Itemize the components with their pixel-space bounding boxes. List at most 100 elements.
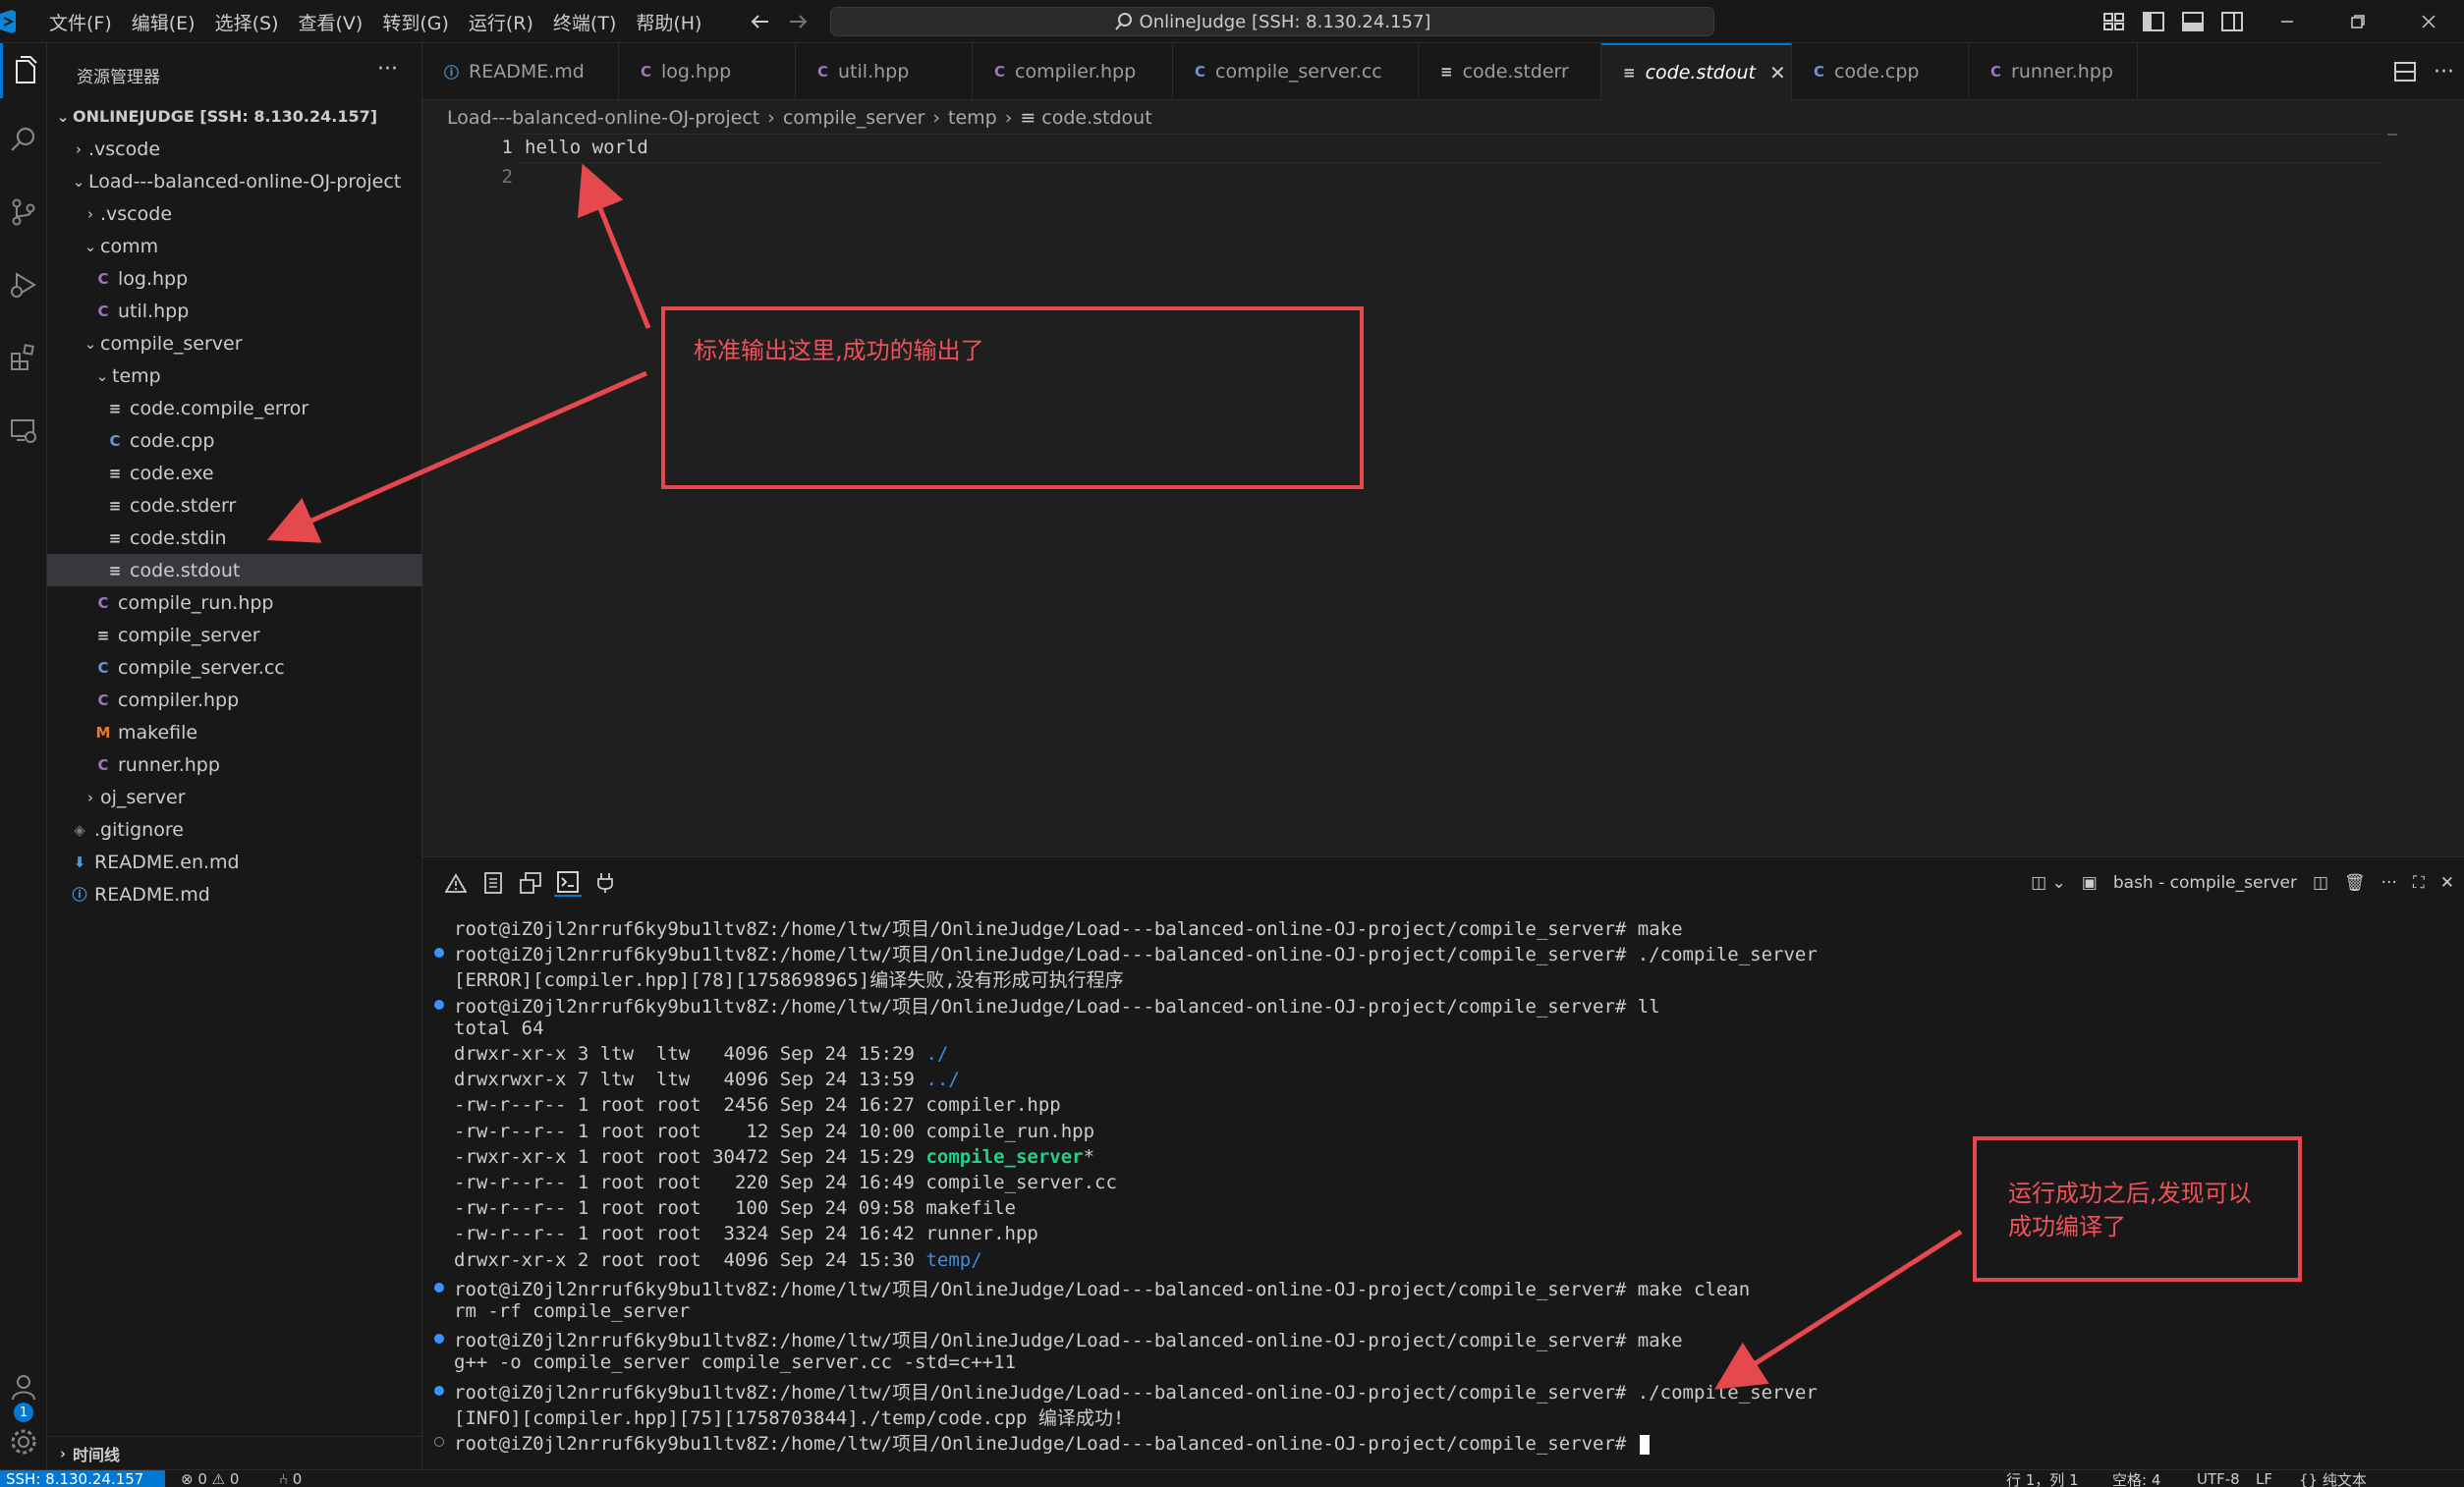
command-decoration[interactable]	[434, 999, 444, 1010]
tree-folder[interactable]: › oj_server	[47, 781, 422, 813]
tree-file[interactable]: ≡ code.exe	[47, 457, 422, 489]
menu-go[interactable]: 转到(G)	[372, 9, 459, 35]
menu-view[interactable]: 查看(V)	[289, 9, 373, 35]
tree-file[interactable]: Mmakefile	[47, 716, 422, 748]
indentation[interactable]: 空格: 4	[2112, 1470, 2160, 1487]
tree-file[interactable]: Ccode.cpp	[47, 424, 422, 457]
menu-run[interactable]: 运行(R)	[459, 9, 543, 35]
menu-selection[interactable]: 选择(S)	[205, 9, 289, 35]
ports-count[interactable]: ⑃ 0	[279, 1470, 302, 1487]
editor-area[interactable]: 1 hello world 2	[422, 134, 2464, 856]
menu-file[interactable]: 文件(F)	[39, 9, 122, 35]
close-window-button[interactable]	[2393, 0, 2464, 43]
remote-indicator[interactable]: SSH: 8.130.24.157	[0, 1470, 165, 1487]
timeline-section[interactable]: › 时间线	[47, 1436, 422, 1469]
more-actions-icon[interactable]: ···	[2381, 873, 2397, 893]
command-decoration[interactable]	[434, 1437, 444, 1447]
tab-code-cpp[interactable]: Ccode.cpp	[1792, 43, 1969, 100]
restore-button[interactable]	[2323, 0, 2393, 43]
toggle-panel-icon[interactable]	[2173, 0, 2212, 43]
close-panel-icon[interactable]: ✕	[2440, 873, 2454, 893]
maximize-panel-icon[interactable]: ⛶	[2413, 873, 2425, 893]
tree-file[interactable]: ⓘ README.md	[47, 878, 422, 910]
tab-log-hpp[interactable]: Clog.hpp	[619, 43, 796, 100]
minimize-button[interactable]	[2252, 0, 2323, 43]
tree-file[interactable]: ≡ code.stderr	[47, 489, 422, 522]
tree-folder[interactable]: ⌄ compile_server	[47, 327, 422, 359]
tab-compiler-hpp[interactable]: Ccompiler.hpp	[973, 43, 1173, 100]
tree-folder[interactable]: › .vscode	[47, 133, 422, 165]
tree-file[interactable]: Ccompile_server.cc	[47, 651, 422, 684]
ports-tab-icon[interactable]	[591, 869, 619, 897]
tab-util-hpp[interactable]: Cutil.hpp	[796, 43, 973, 100]
run-debug-icon[interactable]	[0, 257, 47, 312]
editor-tabs: ⓘ README.md Clog.hpp Cutil.hpp Ccompiler.hpp…	[422, 43, 2464, 100]
terminal-line: root@iZ0jl2nrruf6ky9bu1ltv8Z:/home/ltw/项…	[454, 1275, 1750, 1300]
tree-file[interactable]: Crunner.hpp	[47, 748, 422, 781]
command-decoration[interactable]	[434, 1385, 444, 1396]
toggle-sidebar-icon[interactable]	[2134, 0, 2173, 43]
tree-file[interactable]: Ccompile_run.hpp	[47, 586, 422, 619]
trash-icon[interactable]: 🗑	[2344, 873, 2366, 893]
command-decoration[interactable]	[434, 1334, 444, 1345]
breadcrumb-item[interactable]: temp	[948, 107, 997, 129]
split-editor-icon[interactable]	[2394, 62, 2417, 82]
tab-code-stderr[interactable]: ≡ code.stderr	[1419, 43, 1601, 100]
tree-file[interactable]: Ccompiler.hpp	[47, 684, 422, 716]
close-tab-icon[interactable]: ✕	[1769, 61, 1786, 84]
tab-runner-hpp[interactable]: Crunner.hpp	[1969, 43, 2138, 100]
settings-gear-icon[interactable]	[0, 1414, 47, 1469]
tree-file[interactable]: ≡ compile_server	[47, 619, 422, 651]
customize-layout-icon[interactable]	[2095, 0, 2134, 43]
more-actions-icon[interactable]: ···	[2434, 60, 2454, 84]
split-terminal-icon[interactable]: ◫ ⌄	[2031, 873, 2066, 893]
workspace-root[interactable]: ⌄ ONLINEJUDGE [SSH: 8.130.24.157]	[47, 100, 422, 133]
end-of-line[interactable]: LF	[2256, 1470, 2272, 1487]
tree-file[interactable]: ⬇ README.en.md	[47, 846, 422, 878]
tree-folder[interactable]: ⌄ comm	[47, 230, 422, 262]
tree-file[interactable]: ≡ code.stdin	[47, 522, 422, 554]
tree-folder[interactable]: ⌄ Load---balanced-online-OJ-project	[47, 165, 422, 197]
terminal-name[interactable]: bash - compile_server	[2113, 873, 2297, 893]
code-line[interactable]: hello world	[525, 137, 648, 158]
problems-tab-icon[interactable]	[442, 869, 470, 897]
terminal-tab-icon[interactable]	[554, 869, 582, 897]
debug-console-tab-icon[interactable]	[517, 869, 544, 897]
tree-folder[interactable]: ⌄ temp	[47, 359, 422, 392]
remote-explorer-icon[interactable]	[0, 403, 47, 458]
split-pane-icon[interactable]: ◫	[2313, 873, 2328, 893]
cursor-position[interactable]: 行 1，列 1	[2006, 1470, 2079, 1487]
output-tab-icon[interactable]	[479, 869, 507, 897]
breadcrumb-item[interactable]: code.stdout	[1041, 107, 1151, 129]
tree-file[interactable]: ≡ code.stdout	[47, 554, 422, 586]
problems-count[interactable]: ⊗ 0 ⚠ 0	[181, 1470, 239, 1487]
command-center[interactable]: OnlineJudge [SSH: 8.130.24.157]	[830, 7, 1714, 36]
text-file-icon: ≡	[108, 496, 122, 515]
explorer-more-actions[interactable]: ···	[377, 57, 398, 82]
breadcrumb-item[interactable]: Load---balanced-online-OJ-project	[447, 107, 759, 129]
menu-help[interactable]: 帮助(H)	[626, 9, 711, 35]
command-decoration[interactable]	[434, 1282, 444, 1293]
tree-file[interactable]: ≡ code.compile_error	[47, 392, 422, 424]
back-arrow-icon[interactable]	[747, 8, 774, 35]
toggle-secondary-sidebar-icon[interactable]	[2212, 0, 2252, 43]
tab-compile_server-cc[interactable]: Ccompile_server.cc	[1173, 43, 1419, 100]
source-control-icon[interactable]	[0, 185, 47, 240]
extensions-icon[interactable]	[0, 330, 47, 385]
menu-terminal[interactable]: 终端(T)	[543, 9, 626, 35]
tab-code-stdout[interactable]: ≡ code.stdout ✕	[1601, 43, 1792, 100]
search-view-icon[interactable]	[0, 112, 47, 167]
breadcrumb-item[interactable]: compile_server	[783, 107, 925, 129]
tree-file[interactable]: ◈ .gitignore	[47, 813, 422, 846]
cpp-file-icon: C	[109, 431, 121, 450]
menu-edit[interactable]: 编辑(E)	[122, 9, 205, 35]
tree-file[interactable]: Cutil.hpp	[47, 295, 422, 327]
explorer-icon[interactable]	[0, 43, 47, 98]
encoding[interactable]: UTF-8	[2197, 1470, 2240, 1487]
forward-arrow-icon[interactable]	[784, 8, 812, 35]
tree-file[interactable]: Clog.hpp	[47, 262, 422, 295]
command-decoration[interactable]	[434, 948, 444, 959]
tab-README-md[interactable]: ⓘ README.md	[422, 43, 619, 100]
tree-folder[interactable]: › .vscode	[47, 197, 422, 230]
language-mode[interactable]: {} 纯文本	[2299, 1470, 2367, 1487]
